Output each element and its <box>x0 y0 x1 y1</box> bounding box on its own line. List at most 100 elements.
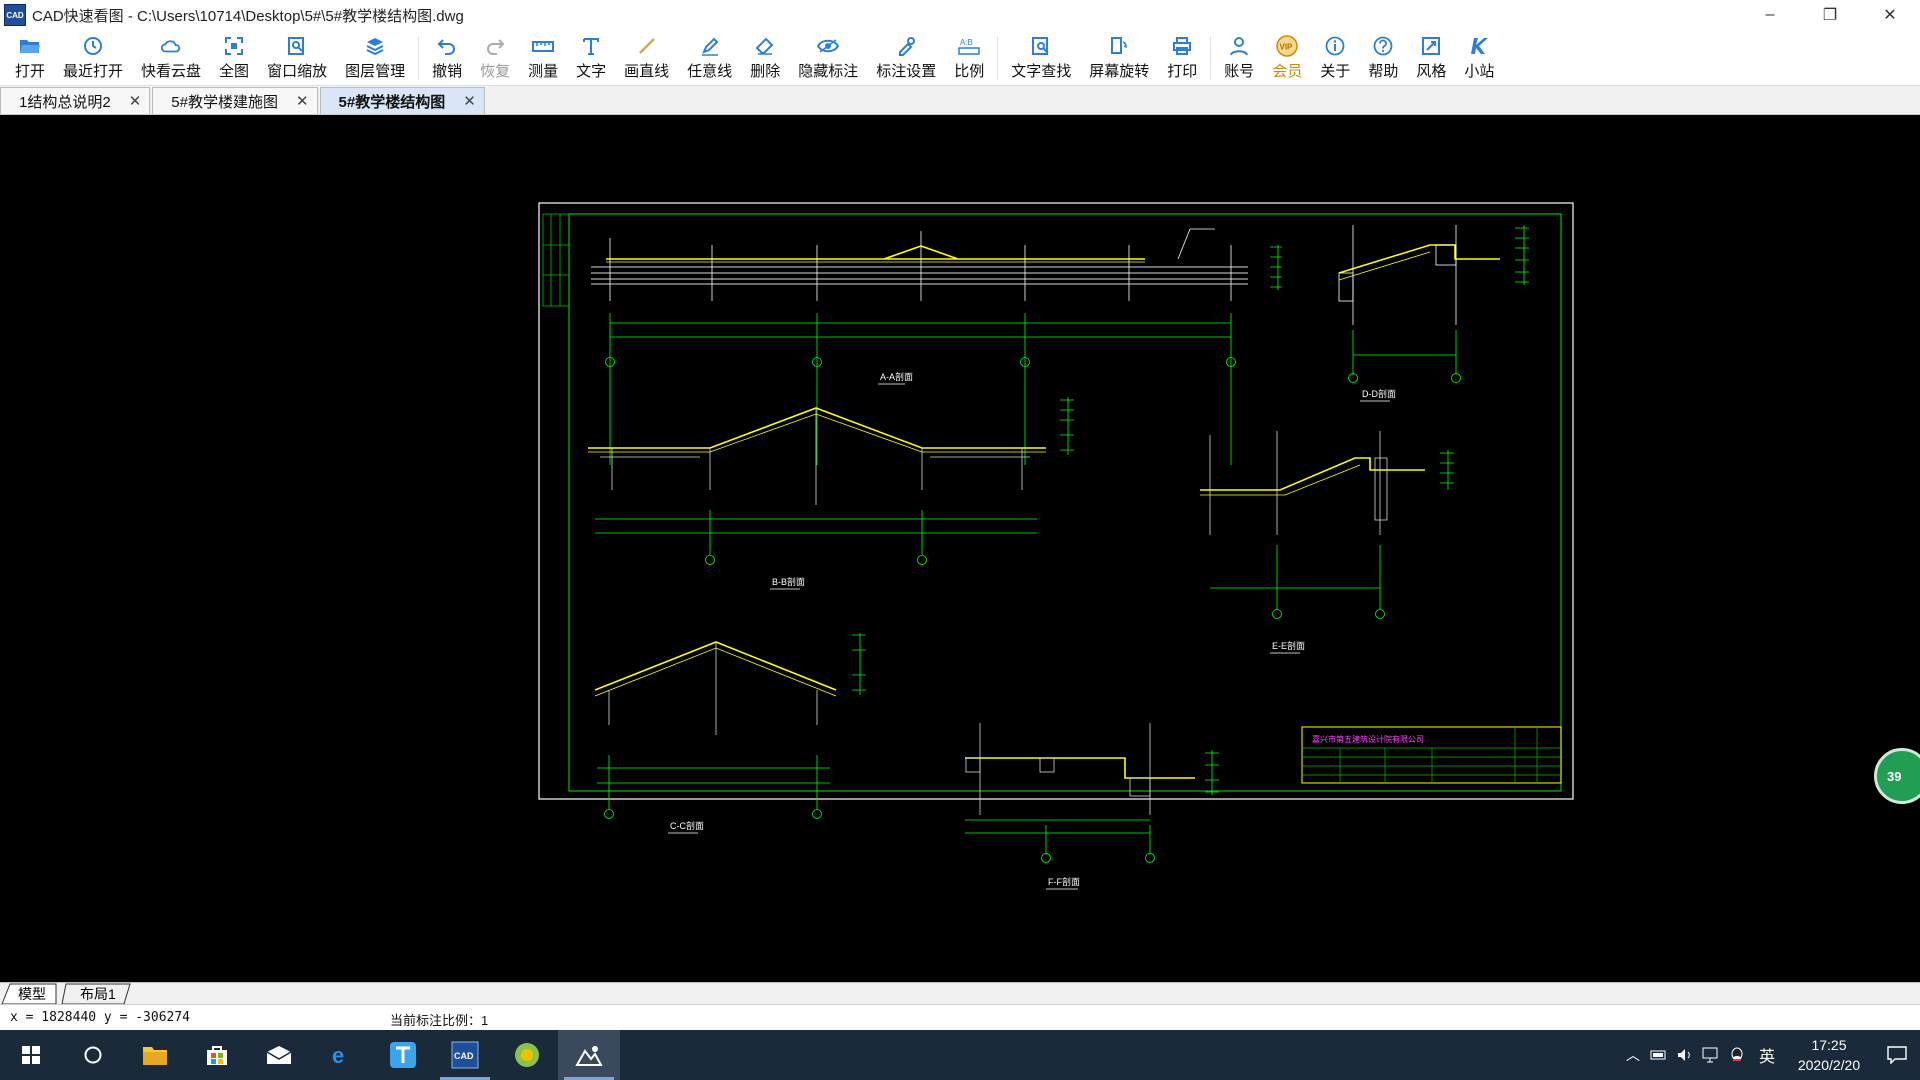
measure-button[interactable]: 测量 <box>519 30 567 86</box>
model-layout-tabs: 模型 布局1 <box>0 982 1920 1005</box>
printer-icon <box>1171 35 1193 57</box>
open-button[interactable]: 打开 <box>6 30 54 86</box>
window-zoom-icon <box>286 35 308 57</box>
minimize-button[interactable]: – <box>1740 0 1800 30</box>
close-button[interactable]: ✕ <box>1860 0 1920 30</box>
photos-button[interactable] <box>558 1030 620 1080</box>
account-button[interactable]: 账号 <box>1215 30 1263 86</box>
section-title-c-c: C-C剖面 <box>670 820 704 831</box>
scale-button[interactable]: A:B 比例 <box>945 30 993 86</box>
windows-taskbar: e CAD ︿ 英 17:25 2020/2/20 <box>0 1030 1920 1080</box>
status-bar: x = 1828440 y = -306274 当前标注比例：1 <box>0 1004 1920 1030</box>
layer-manager-button[interactable]: 图层管理 <box>336 30 414 86</box>
section-b-b[interactable] <box>588 397 1074 565</box>
draw-line-button[interactable]: 画直线 <box>615 30 678 86</box>
file-explorer-button[interactable] <box>124 1030 186 1080</box>
notification-icon[interactable] <box>1874 1030 1920 1080</box>
drawing-canvas[interactable]: A-A剖面 D-D剖面 B-B剖面 E-E剖面 C-C剖面 F-F剖面 嘉兴市第… <box>0 115 1920 982</box>
restore-button[interactable]: ❐ <box>1800 0 1860 30</box>
ime-indicator[interactable]: 英 <box>1750 1030 1784 1080</box>
user-icon <box>1228 35 1250 57</box>
store-icon <box>207 1046 227 1065</box>
recent-open-button[interactable]: 最近打开 <box>54 30 132 86</box>
section-title-b-b: B-B剖面 <box>772 576 805 587</box>
green-app-icon <box>515 1043 539 1067</box>
section-title-d-d: D-D剖面 <box>1362 388 1396 399</box>
cad-drawing[interactable]: A-A剖面 D-D剖面 B-B剖面 E-E剖面 C-C剖面 F-F剖面 嘉兴市第… <box>0 115 1920 982</box>
mail-button[interactable] <box>248 1030 310 1080</box>
store-button[interactable] <box>186 1030 248 1080</box>
tab-structure-drawing[interactable]: 5#教学楼结构图 ✕ <box>319 87 485 114</box>
title-block: 嘉兴市第五建筑设计院有限公司 <box>1301 726 1562 784</box>
battery-icon[interactable] <box>1646 1030 1672 1080</box>
close-icon[interactable]: ✕ <box>463 92 476 110</box>
windows-logo-icon <box>22 1046 40 1064</box>
section-title-e-e: E-E剖面 <box>1272 640 1305 651</box>
window-title: CAD快速看图 - C:\Users\10714\Desktop\5#\5#教学… <box>32 7 464 25</box>
help-button[interactable]: 帮助 <box>1359 30 1407 86</box>
fullview-icon <box>223 35 245 57</box>
help-icon <box>1372 35 1394 57</box>
edge-button[interactable]: e <box>310 1030 372 1080</box>
line-icon <box>636 35 658 57</box>
app-window: CAD CAD快速看图 - C:\Users\10714\Desktop\5#\… <box>0 0 1920 1080</box>
section-title-a-a: A-A剖面 <box>880 371 913 382</box>
start-button[interactable] <box>0 1030 62 1080</box>
clock-time: 17:25 <box>1811 1037 1847 1053</box>
pen-icon <box>699 35 721 57</box>
cad-viewer-button[interactable]: CAD <box>434 1030 496 1080</box>
redo-button[interactable]: 恢复 <box>471 30 519 86</box>
fullview-button[interactable]: 全图 <box>210 30 258 86</box>
clock[interactable]: 17:25 2020/2/20 <box>1784 1035 1874 1075</box>
about-button[interactable]: 关于 <box>1311 30 1359 86</box>
text-button[interactable]: 文字 <box>567 30 615 86</box>
eye-icon <box>817 35 840 57</box>
undo-button[interactable]: 撤销 <box>423 30 471 86</box>
rotate-icon <box>1108 35 1130 57</box>
edge-browser-icon: e <box>332 1043 344 1067</box>
annotation-scale: 当前标注比例：1 <box>390 1013 489 1028</box>
search-button[interactable] <box>62 1030 124 1080</box>
volume-icon[interactable] <box>1672 1030 1698 1080</box>
hide-annotation-button[interactable]: 隐藏标注 <box>789 30 867 86</box>
window-zoom-button[interactable]: 窗口缩放 <box>258 30 336 86</box>
toolbar-divider <box>1210 35 1212 80</box>
layout1-tab[interactable]: 布局1 <box>80 985 116 1003</box>
site-button[interactable]: 小站 <box>1455 30 1503 86</box>
green-app-button[interactable] <box>496 1030 558 1080</box>
section-e-e[interactable] <box>1200 431 1454 619</box>
model-tab[interactable]: 模型 <box>18 985 46 1003</box>
freehand-line-button[interactable]: 任意线 <box>678 30 741 86</box>
style-button[interactable]: 风格 <box>1407 30 1455 86</box>
screen-rotate-button[interactable]: 屏幕旋转 <box>1080 30 1158 86</box>
print-button[interactable]: 打印 <box>1158 30 1206 86</box>
section-d-d[interactable] <box>1338 225 1529 383</box>
tab-structure-notes[interactable]: 1结构总说明2 ✕ <box>0 87 151 114</box>
folder-icon <box>143 1047 167 1065</box>
company-name: 嘉兴市第五建筑设计院有限公司 <box>1312 734 1424 744</box>
section-f-f[interactable] <box>965 723 1219 863</box>
qq-icon[interactable] <box>1724 1030 1750 1080</box>
network-icon[interactable] <box>1698 1030 1724 1080</box>
close-icon[interactable]: ✕ <box>296 92 309 110</box>
section-a-a[interactable] <box>591 228 1282 465</box>
text-search-button[interactable]: 文字查找 <box>1002 30 1080 86</box>
redo-icon <box>484 35 506 57</box>
annotation-settings-button[interactable]: 标注设置 <box>867 30 945 86</box>
chevron-up-icon[interactable]: ︿ <box>1620 1030 1646 1080</box>
tab-architecture-drawing[interactable]: 5#教学楼建施图 ✕ <box>152 87 318 114</box>
toolbar-divider <box>997 35 999 80</box>
svg-text:CAD: CAD <box>454 1051 474 1061</box>
vip-member-button[interactable]: VIP 会员 <box>1263 30 1311 86</box>
text-app-button[interactable] <box>372 1030 434 1080</box>
info-icon <box>1324 35 1346 57</box>
t-app-icon <box>390 1042 416 1068</box>
svg-text:A:B: A:B <box>960 38 973 47</box>
svg-text:VIP: VIP <box>1280 42 1294 51</box>
delete-button[interactable]: 删除 <box>741 30 789 86</box>
coordinate-readout: x = 1828440 y = -306274 <box>10 1010 191 1025</box>
vip-icon: VIP <box>1276 34 1299 57</box>
close-icon[interactable]: ✕ <box>129 92 142 110</box>
cloud-drive-button[interactable]: 快看云盘 <box>132 30 210 86</box>
undo-icon <box>436 35 458 57</box>
